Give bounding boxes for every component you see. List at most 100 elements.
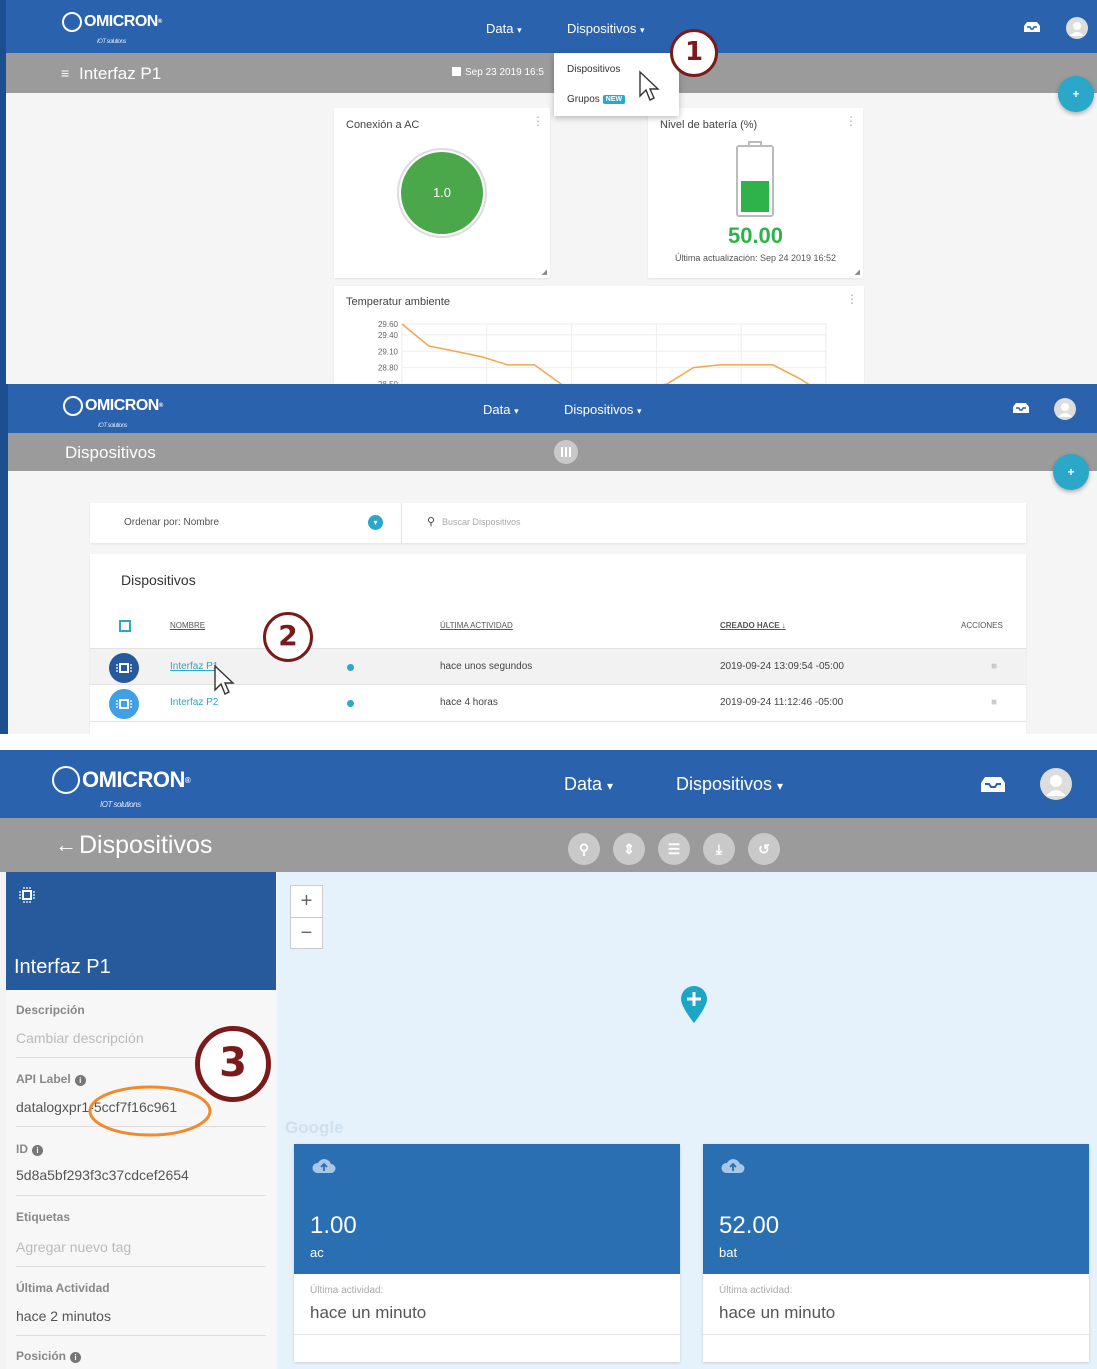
undo-icon[interactable]: ↺ [748, 833, 780, 865]
brand-logo[interactable]: OMICRON ® IOT solutions [52, 766, 191, 809]
brand-logo[interactable]: OMICRON ® IOT solutions [63, 396, 163, 429]
brand-logo[interactable]: OMICRON ® IOT solutions [62, 12, 162, 45]
add-widget-button[interactable]: + [1058, 76, 1094, 112]
brand-name: OMICRON [82, 767, 185, 792]
cloud-upload-icon [312, 1159, 336, 1173]
navbar: OMICRON ® IOT solutions Data ▾ Dispositi… [0, 750, 1097, 818]
sort-icon[interactable]: ⇕ [613, 833, 645, 865]
step-2-number: 2 [278, 619, 298, 652]
variable-last-activity-label: Última actividad: [719, 1285, 793, 1296]
info-icon[interactable]: i [74, 1075, 86, 1086]
inbox-icon[interactable] [1023, 21, 1041, 33]
plus-label: + [1067, 465, 1075, 479]
tags-input[interactable]: Agregar nuevo tag [16, 1239, 131, 1255]
inbox-icon[interactable] [1012, 402, 1030, 414]
brand-tagline: IOT solutions [97, 39, 126, 45]
info-icon[interactable]: i [32, 1145, 43, 1156]
search-icon: ⚲ [427, 516, 436, 528]
zoom-in-button[interactable]: + [290, 885, 323, 917]
inbox-icon[interactable] [980, 776, 1006, 793]
user-avatar[interactable] [1040, 768, 1072, 800]
search-input[interactable]: Buscar Dispositivos [442, 517, 521, 527]
nav-data[interactable]: Data ▾ [486, 21, 522, 36]
select-all-checkbox[interactable] [119, 620, 131, 632]
filter-bar: Ordenar por: Nombre ▾ ⚲ Buscar Dispositi… [90, 503, 1026, 543]
brand-tagline: IOT solutions [98, 423, 127, 429]
nav-data[interactable]: Data ▾ [564, 774, 613, 795]
new-badge: NEW [602, 95, 626, 104]
header-nombre[interactable]: NOMBRE [170, 621, 205, 630]
sort-select[interactable]: Ordenar por: Nombre [124, 517, 219, 528]
nav-dispositivos[interactable]: Dispositivos ▾ [567, 21, 645, 36]
device-name[interactable]: Interfaz P1 [14, 956, 111, 979]
widget-battery: Nivel de batería (%) ⋮ 50.00 Última actu… [648, 108, 863, 278]
variable-last-activity-label: Última actividad: [310, 1285, 384, 1296]
variable-name: ac [310, 1245, 324, 1260]
battery-icon [736, 145, 774, 217]
nav-dispositivos-label: Dispositivos [676, 774, 773, 794]
temperature-chart: 29.6029.4029.1028.8028.50 [378, 320, 827, 384]
page-subbar: Dispositivos [8, 433, 1097, 471]
variable-card-ac[interactable]: 1.00 ac Última actividad: hace un minuto [294, 1144, 680, 1362]
user-avatar[interactable] [1054, 398, 1076, 420]
nav-data[interactable]: Data ▾ [483, 402, 519, 417]
info-icon[interactable]: i [70, 1352, 82, 1363]
ac-indicator-fill: 1.0 [401, 152, 483, 234]
search-icon[interactable]: ⚲ [568, 833, 600, 865]
download-icon[interactable]: ⤓ [703, 833, 735, 865]
user-avatar[interactable] [1066, 17, 1088, 39]
zoom-out-label: − [300, 922, 313, 944]
google-attribution: Google [285, 1118, 344, 1137]
caret-down-icon: ▾ [777, 779, 784, 793]
resize-handle-icon[interactable]: ◢ [855, 268, 860, 276]
nav-data-label: Data [486, 21, 514, 36]
dropdown-item-dispositivos[interactable]: Dispositivos [567, 64, 620, 75]
trash-icon[interactable]: ■ [991, 697, 997, 708]
variable-name: bat [719, 1245, 738, 1260]
highlight-ellipse [88, 1085, 212, 1137]
device-name-link[interactable]: Interfaz P2 [170, 697, 218, 708]
resize-handle-icon[interactable]: ◢ [542, 268, 547, 276]
caret-down-icon: ▾ [517, 25, 522, 35]
tags-label: Etiquetas [16, 1210, 71, 1224]
nav-dispositivos[interactable]: Dispositivos ▾ [564, 402, 642, 417]
ac-value: 1.0 [432, 185, 452, 200]
date-range-picker[interactable]: Sep 23 2019 16:5 [452, 67, 544, 78]
caret-down-icon: ▾ [607, 779, 614, 793]
grid-view-icon[interactable] [554, 440, 578, 464]
kebab-menu-icon[interactable]: ⋮ [846, 292, 858, 306]
menu-icon[interactable]: ≡ [61, 65, 69, 81]
device-list-screenshot: OMICRON ® IOT solutions Data ▾ Dispositi… [0, 384, 1097, 734]
page-title[interactable]: Dispositivos [79, 831, 212, 860]
variable-card-bat[interactable]: 52.00 bat Última actividad: hace un minu… [703, 1144, 1089, 1362]
kebab-menu-icon[interactable]: ⋮ [845, 114, 857, 128]
widget-battery-title: Nivel de batería (%) [660, 119, 758, 131]
page-title: Interfaz P1 [79, 64, 162, 83]
brand-name: OMICRON [84, 13, 158, 30]
position-label: Posición i [16, 1349, 82, 1363]
map-pin-icon[interactable] [679, 985, 709, 1025]
brand-reg: ® [157, 19, 162, 25]
kebab-menu-icon[interactable]: ⋮ [532, 114, 544, 128]
header-creado-hace[interactable]: CREADO HACE ↓ [720, 621, 786, 630]
step-3-marker: 3 [195, 1026, 271, 1102]
nav-data-label: Data [564, 774, 603, 794]
zoom-out-button[interactable]: − [290, 917, 323, 949]
device-name-link[interactable]: Interfaz P1 [170, 661, 218, 672]
trash-icon[interactable]: ■ [991, 661, 997, 672]
add-device-button[interactable]: + [1053, 454, 1089, 490]
back-arrow-icon[interactable]: ← [55, 832, 77, 858]
brand-tagline: IOT solutions [100, 800, 141, 809]
last-activity-label: Última Actividad [16, 1281, 110, 1295]
widget-ac-title: Conexión a AC [346, 119, 420, 131]
description-field[interactable]: Cambiar descripción [16, 1030, 144, 1046]
description-label: Descripción [16, 1003, 85, 1017]
header-ultima-actividad[interactable]: ÚLTIMA ACTIVIDAD [440, 621, 513, 630]
dropdown-item-grupos[interactable]: Grupos NEW [567, 94, 626, 105]
nav-dispositivos[interactable]: Dispositivos ▾ [676, 774, 783, 795]
page-subbar: ← Dispositivos ⚲ ⇕ ☰ ⤓ ↺ [0, 818, 1097, 872]
table-title: Dispositivos [121, 572, 196, 588]
list-icon[interactable]: ☰ [658, 833, 690, 865]
id-label-text: ID [16, 1142, 28, 1156]
chevron-down-icon[interactable]: ▾ [368, 515, 383, 530]
